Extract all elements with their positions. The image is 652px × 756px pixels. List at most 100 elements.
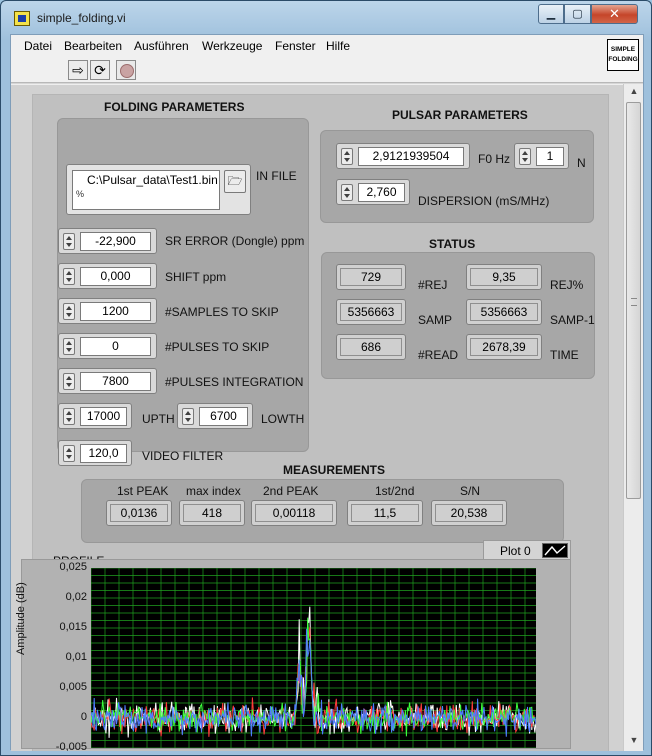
rej-pct-value: 9,35 — [470, 268, 538, 286]
legend-line-icon — [542, 543, 568, 558]
vi-icon-line-2: FOLDING — [608, 56, 638, 63]
video-filter-label: VIDEO FILTER — [142, 449, 224, 463]
samp1-indicator: 5356663 — [466, 299, 542, 325]
menu-ausfuehren[interactable]: Ausführen — [134, 39, 189, 53]
video-filter-spinner[interactable] — [63, 445, 75, 462]
upth-spinner[interactable] — [63, 408, 75, 425]
maximize-button[interactable]: ▢ — [564, 4, 591, 24]
max-index-indicator: 418 — [179, 500, 245, 526]
vi-connector-icon: SIMPLE FOLDING — [607, 39, 639, 71]
shift-control[interactable]: 0,000 — [58, 263, 157, 289]
read-indicator: 686 — [336, 334, 406, 360]
samples-skip-control[interactable]: 1200 — [58, 298, 157, 324]
dispersion-field[interactable]: 2,760 — [358, 183, 405, 202]
profile-plot[interactable] — [91, 568, 536, 748]
time-indicator: 2678,39 — [466, 334, 542, 360]
video-filter-control[interactable]: 120,0 — [58, 440, 132, 466]
pulses-integration-control[interactable]: 7800 — [58, 368, 157, 394]
f0-control[interactable]: 2,9121939504 — [336, 143, 470, 169]
upth-control[interactable]: 17000 — [58, 403, 132, 429]
close-button[interactable]: ✕ — [591, 4, 638, 24]
samp1-value: 5356663 — [470, 303, 538, 321]
pulses-skip-control[interactable]: 0 — [58, 333, 157, 359]
pulses-skip-field[interactable]: 0 — [80, 337, 151, 356]
samp-value: 5356663 — [340, 303, 402, 321]
lowth-spinner[interactable] — [182, 408, 194, 425]
video-filter-field[interactable]: 120,0 — [80, 444, 127, 463]
sr-error-field[interactable]: -22,900 — [80, 232, 151, 251]
in-file-path-control[interactable]: C:\Pulsar_data\Test1.bin % 🗁 — [66, 164, 251, 215]
y-tick-label: 0,005 — [59, 681, 87, 693]
upth-label: UPTH — [142, 412, 175, 426]
n-spinner[interactable] — [519, 148, 531, 165]
second-peak-value: 0,00118 — [255, 504, 333, 522]
sn-label: S/N — [460, 484, 481, 498]
pulses-skip-spinner[interactable] — [63, 338, 75, 355]
samples-skip-field[interactable]: 1200 — [80, 302, 151, 321]
menu-datei[interactable]: Datei — [24, 39, 52, 53]
f0-field[interactable]: 2,9121939504 — [358, 147, 464, 166]
y-tick-label: 0,015 — [59, 621, 87, 633]
status-heading: STATUS — [429, 237, 476, 251]
dispersion-control[interactable]: 2,760 — [336, 179, 410, 205]
menu-werkzeuge[interactable]: Werkzeuge — [202, 39, 262, 53]
n-field[interactable]: 1 — [536, 147, 564, 166]
in-file-label: IN FILE — [256, 169, 297, 183]
upth-field[interactable]: 17000 — [80, 407, 127, 426]
in-file-path-field[interactable]: C:\Pulsar_data\Test1.bin % — [72, 170, 220, 210]
application-window: simple_folding.vi ▁ ▢ ✕ Datei Bearbeiten… — [0, 0, 652, 756]
measurements-heading: MEASUREMENTS — [283, 463, 386, 477]
pulses-integration-spinner[interactable] — [63, 373, 75, 390]
sr-error-spinner[interactable] — [63, 233, 75, 250]
scroll-down-arrow-icon[interactable]: ▼ — [627, 735, 641, 749]
first-peak-label: 1st PEAK — [117, 484, 169, 498]
y-axis-label: Amplitude (dB) — [15, 582, 27, 655]
samp-label: SAMP — [418, 313, 453, 327]
samples-skip-spinner[interactable] — [63, 303, 75, 320]
read-value: 686 — [340, 338, 402, 356]
menu-bearbeiten[interactable]: Bearbeiten — [64, 39, 122, 53]
lowth-field[interactable]: 6700 — [199, 407, 248, 426]
rej-pct-label: REJ% — [550, 278, 584, 292]
folder-browse-icon[interactable]: 🗁 — [224, 170, 246, 193]
menu-bar: Datei Bearbeiten Ausführen Werkzeuge Fen… — [11, 35, 643, 57]
samples-skip-label: #SAMPLES TO SKIP — [165, 305, 279, 319]
folding-heading: FOLDING PARAMETERS — [104, 100, 245, 114]
labview-vi-icon — [14, 11, 30, 26]
max-index-value: 418 — [183, 504, 241, 522]
sn-indicator: 20,538 — [431, 500, 507, 526]
plot-legend[interactable]: Plot 0 — [483, 540, 571, 561]
pulsar-heading: PULSAR PARAMETERS — [392, 108, 528, 122]
ratio-label: 1st/2nd — [375, 484, 415, 498]
n-control[interactable]: 1 — [514, 143, 569, 169]
run-arrow-icon[interactable]: ⇨ — [68, 60, 88, 80]
y-tick-label: -0,005 — [55, 741, 87, 751]
vertical-scrollbar[interactable]: ▲ ▼ — [623, 84, 643, 751]
y-tick-label: 0,01 — [65, 651, 87, 663]
time-value: 2678,39 — [470, 338, 538, 356]
sr-error-control[interactable]: -22,900 — [58, 228, 157, 254]
shift-spinner[interactable] — [63, 268, 75, 285]
sr-error-label: SR ERROR (Dongle) ppm — [165, 234, 305, 248]
minimize-button[interactable]: ▁ — [538, 4, 564, 24]
run-continuously-icon[interactable]: ⟳ — [90, 60, 110, 80]
shift-label: SHIFT ppm — [165, 270, 227, 284]
legend-plot-0: Plot 0 — [500, 544, 531, 558]
title-bar[interactable]: simple_folding.vi ▁ ▢ ✕ — [1, 1, 651, 33]
first-peak-indicator: 0,0136 — [106, 500, 172, 526]
menu-hilfe[interactable]: Hilfe — [326, 39, 350, 53]
window-title: simple_folding.vi — [37, 11, 126, 25]
pulses-integration-field[interactable]: 7800 — [80, 372, 151, 391]
abort-execution-icon[interactable] — [116, 60, 136, 80]
dispersion-spinner[interactable] — [341, 184, 353, 201]
ratio-value: 11,5 — [351, 504, 419, 522]
f0-spinner[interactable] — [341, 148, 353, 165]
time-label: TIME — [550, 348, 579, 362]
menu-fenster[interactable]: Fenster — [275, 39, 316, 53]
scroll-up-arrow-icon[interactable]: ▲ — [627, 86, 641, 100]
scroll-thumb[interactable] — [626, 102, 641, 499]
lowth-control[interactable]: 6700 — [177, 403, 253, 429]
vi-icon-line-1: SIMPLE — [610, 46, 636, 53]
second-peak-indicator: 0,00118 — [251, 500, 337, 526]
shift-field[interactable]: 0,000 — [80, 267, 151, 286]
